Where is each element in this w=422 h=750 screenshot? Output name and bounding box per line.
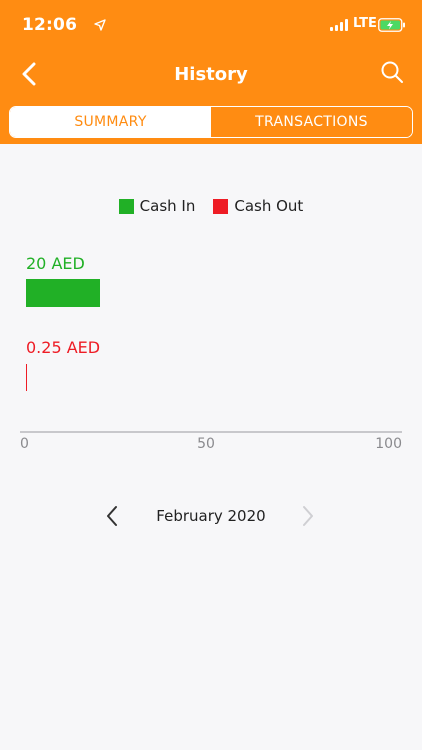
cash-flow-chart: 20 AED 0.25 AED 0 50 100 (0, 240, 422, 460)
signal-strength-icon (330, 19, 348, 31)
segmented-tabs: SUMMARY TRANSACTIONS (9, 106, 413, 138)
search-button[interactable] (380, 60, 410, 90)
bar-cash-out (26, 364, 27, 391)
x-tick-label: 50 (197, 436, 215, 452)
tab-summary[interactable]: SUMMARY (10, 107, 211, 137)
location-arrow-icon (94, 19, 106, 31)
network-type: LTE (353, 16, 377, 31)
data-label-cash-in: 20 AED (26, 254, 85, 273)
legend-item-cash-in: Cash In (118, 197, 196, 215)
x-tick-label: 100 (375, 436, 402, 452)
legend-swatch-cash-out (213, 198, 229, 214)
chart-legend: Cash In Cash Out (0, 197, 422, 215)
x-tick-label: 0 (20, 436, 29, 452)
legend-swatch-cash-in (118, 198, 134, 214)
battery-charging-icon (378, 18, 405, 32)
status-bar: 12:06 LTE (0, 0, 422, 50)
data-label-cash-out: 0.25 AED (26, 338, 101, 357)
bar-cash-in (26, 279, 100, 307)
month-navigator: February 2020 (0, 502, 422, 530)
legend-label-cash-out: Cash Out (234, 197, 304, 215)
status-time: 12:06 (22, 15, 78, 35)
legend-item-cash-out: Cash Out (213, 197, 303, 215)
app-header: 12:06 LTE History SUMMARY TRANSACTIONS (0, 0, 422, 144)
current-month-label: February 2020 (156, 507, 266, 525)
nav-bar: History (0, 52, 422, 98)
tab-transactions[interactable]: TRANSACTIONS (211, 107, 412, 137)
x-axis-line (20, 431, 402, 433)
search-icon (381, 61, 403, 83)
legend-label-cash-in: Cash In (139, 197, 196, 215)
page-title: History (174, 64, 248, 85)
chevron-right-icon (303, 506, 313, 526)
next-month-button (296, 502, 320, 530)
